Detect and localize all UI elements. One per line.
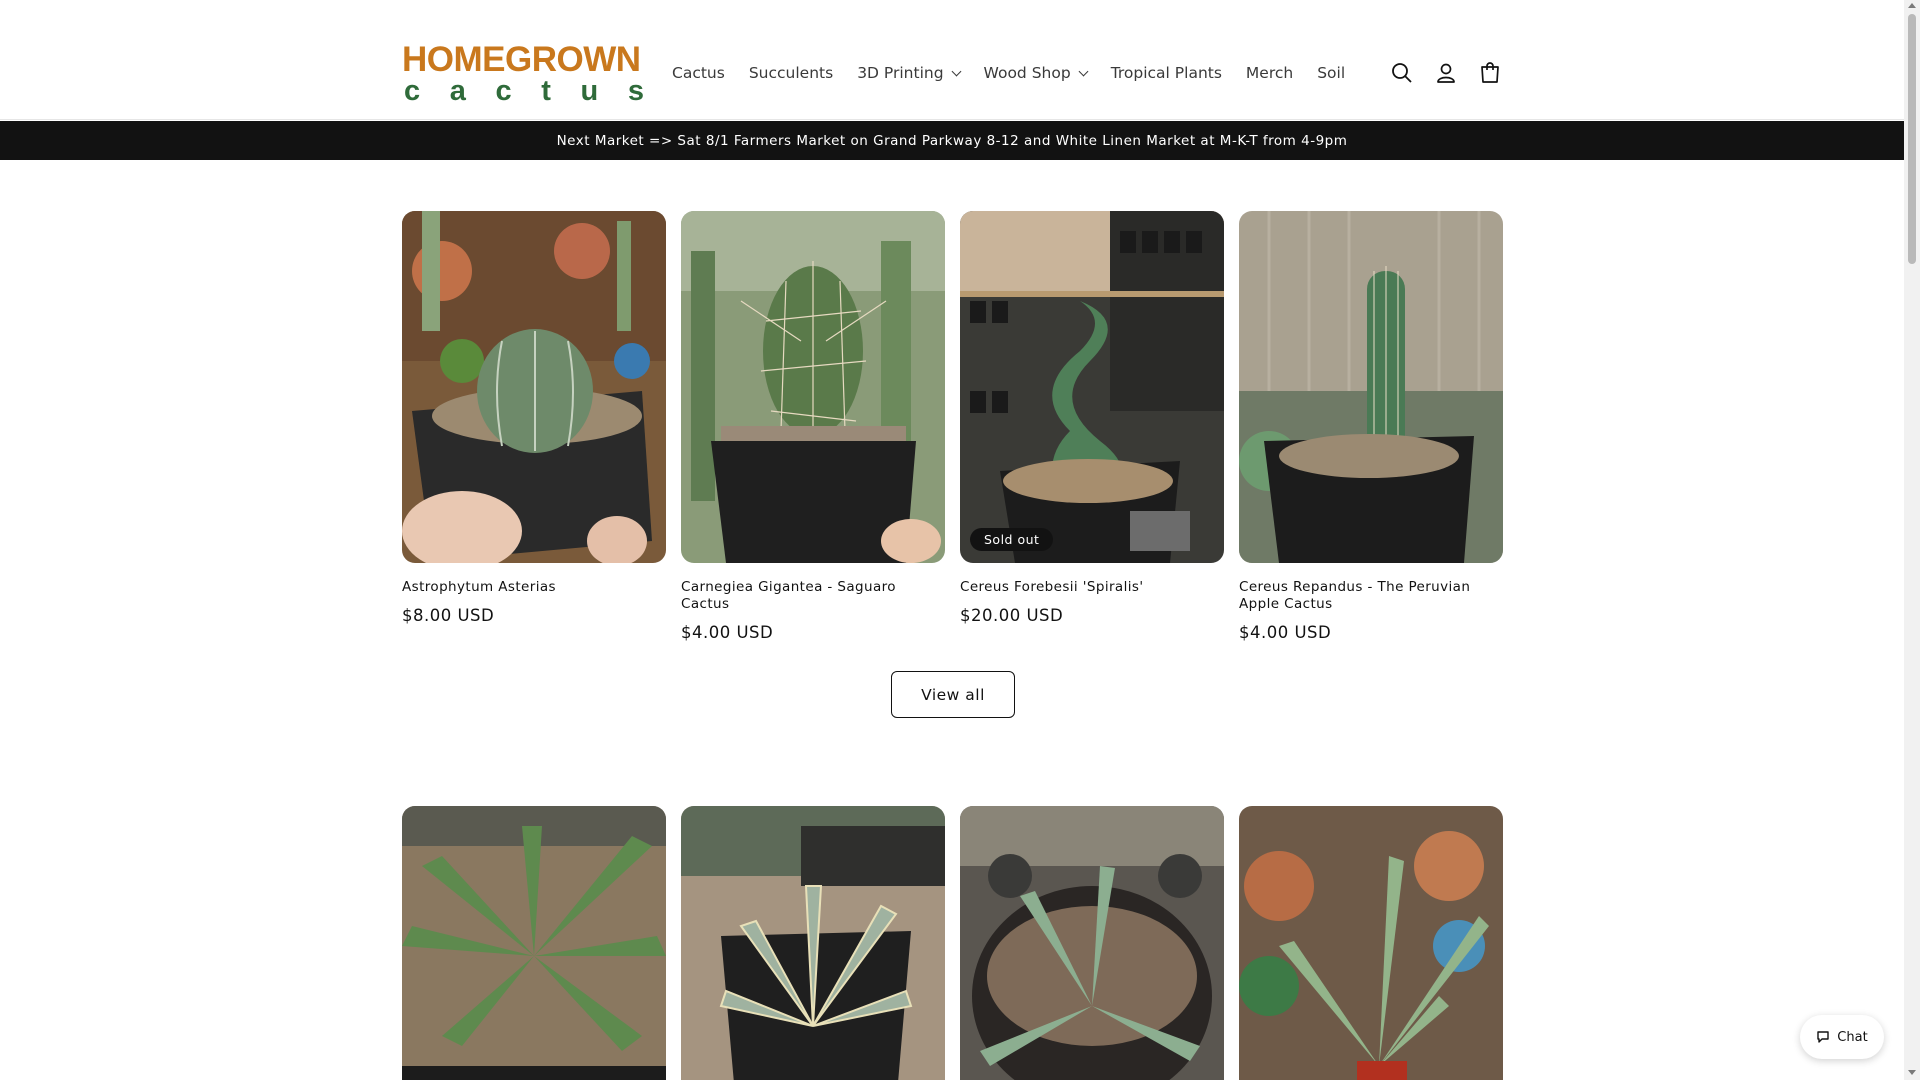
nav-item-label: Soil: [1317, 64, 1346, 82]
product-image[interactable]: [402, 806, 666, 1080]
product-image[interactable]: [1239, 806, 1503, 1080]
product-image[interactable]: [1239, 211, 1503, 563]
chevron-down-icon: [1078, 66, 1089, 76]
product-image[interactable]: Sold out: [960, 211, 1224, 563]
product-price: $8.00 USD: [402, 606, 495, 625]
search-icon: [1392, 63, 1412, 83]
product-card[interactable]: [1239, 806, 1503, 1080]
product-image[interactable]: [402, 211, 666, 563]
product-card[interactable]: Cereus Repandus - The Peruvian Apple Cac…: [1239, 211, 1503, 642]
product-image[interactable]: [681, 806, 945, 1080]
logo-letter: c: [404, 75, 421, 107]
chat-bubble-icon: [1817, 1031, 1829, 1043]
nav-item-tropical-plants[interactable]: Tropical Plants: [1111, 64, 1222, 82]
site-header: HOMEGROWN c a c t u s Cactus Succulents …: [0, 0, 1904, 120]
nav-item-soil[interactable]: Soil: [1317, 64, 1345, 82]
page-scrollbar[interactable]: [1904, 0, 1920, 1080]
nav-item-label: 3D Printing: [857, 64, 944, 82]
logo-wordmark-bottom: c a c t u s: [404, 76, 644, 106]
cart-icon: [1481, 62, 1499, 83]
site-logo[interactable]: HOMEGROWN c a c t u s: [402, 40, 644, 107]
nav-item-wood-shop[interactable]: Wood Shop: [983, 64, 1089, 82]
product-price: $4.00 USD: [681, 623, 774, 642]
scroll-up-arrow[interactable]: [1908, 3, 1916, 8]
account-icon: [1437, 63, 1455, 83]
product-card[interactable]: [681, 806, 945, 1080]
logo-letter: a: [449, 75, 466, 107]
logo-wordmark-top: HOMEGROWN: [402, 40, 641, 79]
header-icons: [1380, 58, 1512, 88]
product-price: $20.00 USD: [960, 606, 1064, 625]
nav-item-label: Merch: [1245, 64, 1294, 82]
scrollbar-thumb[interactable]: [1908, 14, 1916, 264]
view-all-button[interactable]: View all: [891, 671, 1015, 718]
chevron-down-icon: [951, 66, 961, 76]
search-button[interactable]: [1380, 58, 1424, 88]
announcement-text: Next Market => Sat 8/1 Farmers Market on…: [556, 132, 1348, 149]
product-card[interactable]: Carnegiea Gigantea - Saguaro Cactus $4.0…: [681, 211, 945, 642]
product-card[interactable]: [402, 806, 666, 1080]
scroll-down-arrow[interactable]: [1908, 1070, 1916, 1075]
product-title[interactable]: Cereus Forebesii 'Spiralis': [960, 579, 1224, 596]
chat-button[interactable]: Chat: [1800, 1015, 1884, 1059]
cart-button[interactable]: [1468, 58, 1512, 88]
product-card[interactable]: [960, 806, 1224, 1080]
product-title[interactable]: Cereus Repandus - The Peruvian Apple Cac…: [1239, 579, 1503, 613]
chat-label: Chat: [1837, 1029, 1868, 1045]
logo-letter: s: [627, 75, 644, 107]
nav-item-label: Cactus: [672, 64, 725, 82]
logo-letter: c: [495, 75, 512, 107]
nav-item-label: Tropical Plants: [1110, 64, 1222, 82]
nav-item-label: Wood Shop: [983, 64, 1071, 82]
product-grid-secondary: [402, 806, 1503, 1080]
product-grid: Astrophytum Asterias $8.00 USD Carnegiea…: [402, 211, 1503, 642]
logo-letter: u: [580, 75, 599, 107]
nav-item-label: Succulents: [748, 64, 834, 82]
product-card[interactable]: Astrophytum Asterias $8.00 USD: [402, 211, 666, 642]
nav-item-3d-printing[interactable]: 3D Printing: [857, 64, 961, 82]
main-nav: Cactus Succulents 3D Printing Wood Shop …: [672, 60, 1369, 86]
product-title[interactable]: Astrophytum Asterias: [402, 579, 666, 596]
logo-letter: t: [541, 75, 551, 107]
product-price: $4.00 USD: [1239, 623, 1332, 642]
product-card[interactable]: Sold out Cereus Forebesii 'Spiralis' $20…: [960, 211, 1224, 642]
product-title[interactable]: Carnegiea Gigantea - Saguaro Cactus: [681, 579, 945, 613]
nav-item-succulents[interactable]: Succulents: [749, 64, 833, 82]
account-button[interactable]: [1424, 58, 1468, 88]
nav-item-cactus[interactable]: Cactus: [672, 64, 725, 82]
nav-item-merch[interactable]: Merch: [1246, 64, 1293, 82]
product-image[interactable]: [960, 806, 1224, 1080]
sold-out-badge: Sold out: [970, 528, 1054, 551]
product-image[interactable]: [681, 211, 945, 563]
announcement-bar: Next Market => Sat 8/1 Farmers Market on…: [0, 121, 1904, 160]
